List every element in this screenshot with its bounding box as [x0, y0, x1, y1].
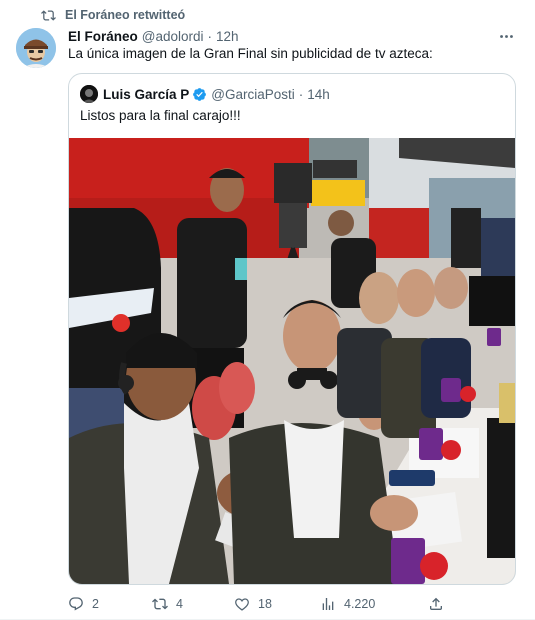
reply-button[interactable]: 2: [68, 594, 99, 614]
separator-dot: ·: [207, 29, 213, 44]
share-icon: [430, 597, 442, 610]
avatar[interactable]: [16, 28, 56, 68]
retweet-button[interactable]: 4: [152, 594, 183, 614]
retweet-count: 4: [176, 597, 183, 611]
author-handle[interactable]: @adolordi: [142, 29, 204, 44]
more-icon: [499, 35, 513, 38]
tweet-actions: 2 4 18 4.220: [68, 594, 448, 614]
views-button[interactable]: 4.220: [320, 594, 375, 614]
like-count: 18: [258, 597, 272, 611]
quoted-tweet-header: Luis García P @GarciaPosti · 14h: [80, 84, 330, 104]
tweet-time[interactable]: 12h: [216, 29, 239, 44]
author-name[interactable]: El Foráneo: [68, 29, 138, 44]
quoted-avatar[interactable]: [80, 85, 98, 103]
like-button[interactable]: 18: [234, 594, 272, 614]
verified-badge-icon: [192, 87, 207, 102]
quoted-tweet[interactable]: Luis García P @GarciaPosti · 14h Listos …: [68, 73, 516, 585]
views-chart-icon: [322, 598, 334, 610]
tweet-text: La única imagen de la Gran Final sin pub…: [68, 46, 433, 61]
reply-icon: [69, 597, 83, 611]
quoted-author-name[interactable]: Luis García P: [103, 87, 189, 102]
quoted-tweet-text: Listos para la final carajo!!!: [80, 108, 241, 123]
retweet-icon: [41, 8, 56, 23]
more-options-button[interactable]: [495, 28, 517, 46]
tweet-card[interactable]: El Foráneo retwitteó El Foráneo @adolord…: [0, 0, 535, 620]
quoted-tweet-time[interactable]: 14h: [307, 87, 330, 102]
retweet-icon: [152, 598, 168, 610]
stadium-photo: [69, 138, 515, 584]
retweet-label[interactable]: El Foráneo retwitteó: [65, 8, 185, 22]
quoted-author-handle[interactable]: @GarciaPosti: [211, 87, 294, 102]
views-count: 4.220: [344, 597, 376, 611]
tweet-header: El Foráneo @adolordi · 12h: [68, 27, 517, 46]
reply-count: 2: [92, 597, 99, 611]
retweet-context: El Foráneo retwitteó: [41, 7, 185, 23]
share-button[interactable]: [428, 594, 444, 614]
quoted-tweet-photo[interactable]: [69, 138, 515, 584]
heart-icon: [235, 598, 249, 611]
separator-dot: ·: [298, 86, 304, 102]
